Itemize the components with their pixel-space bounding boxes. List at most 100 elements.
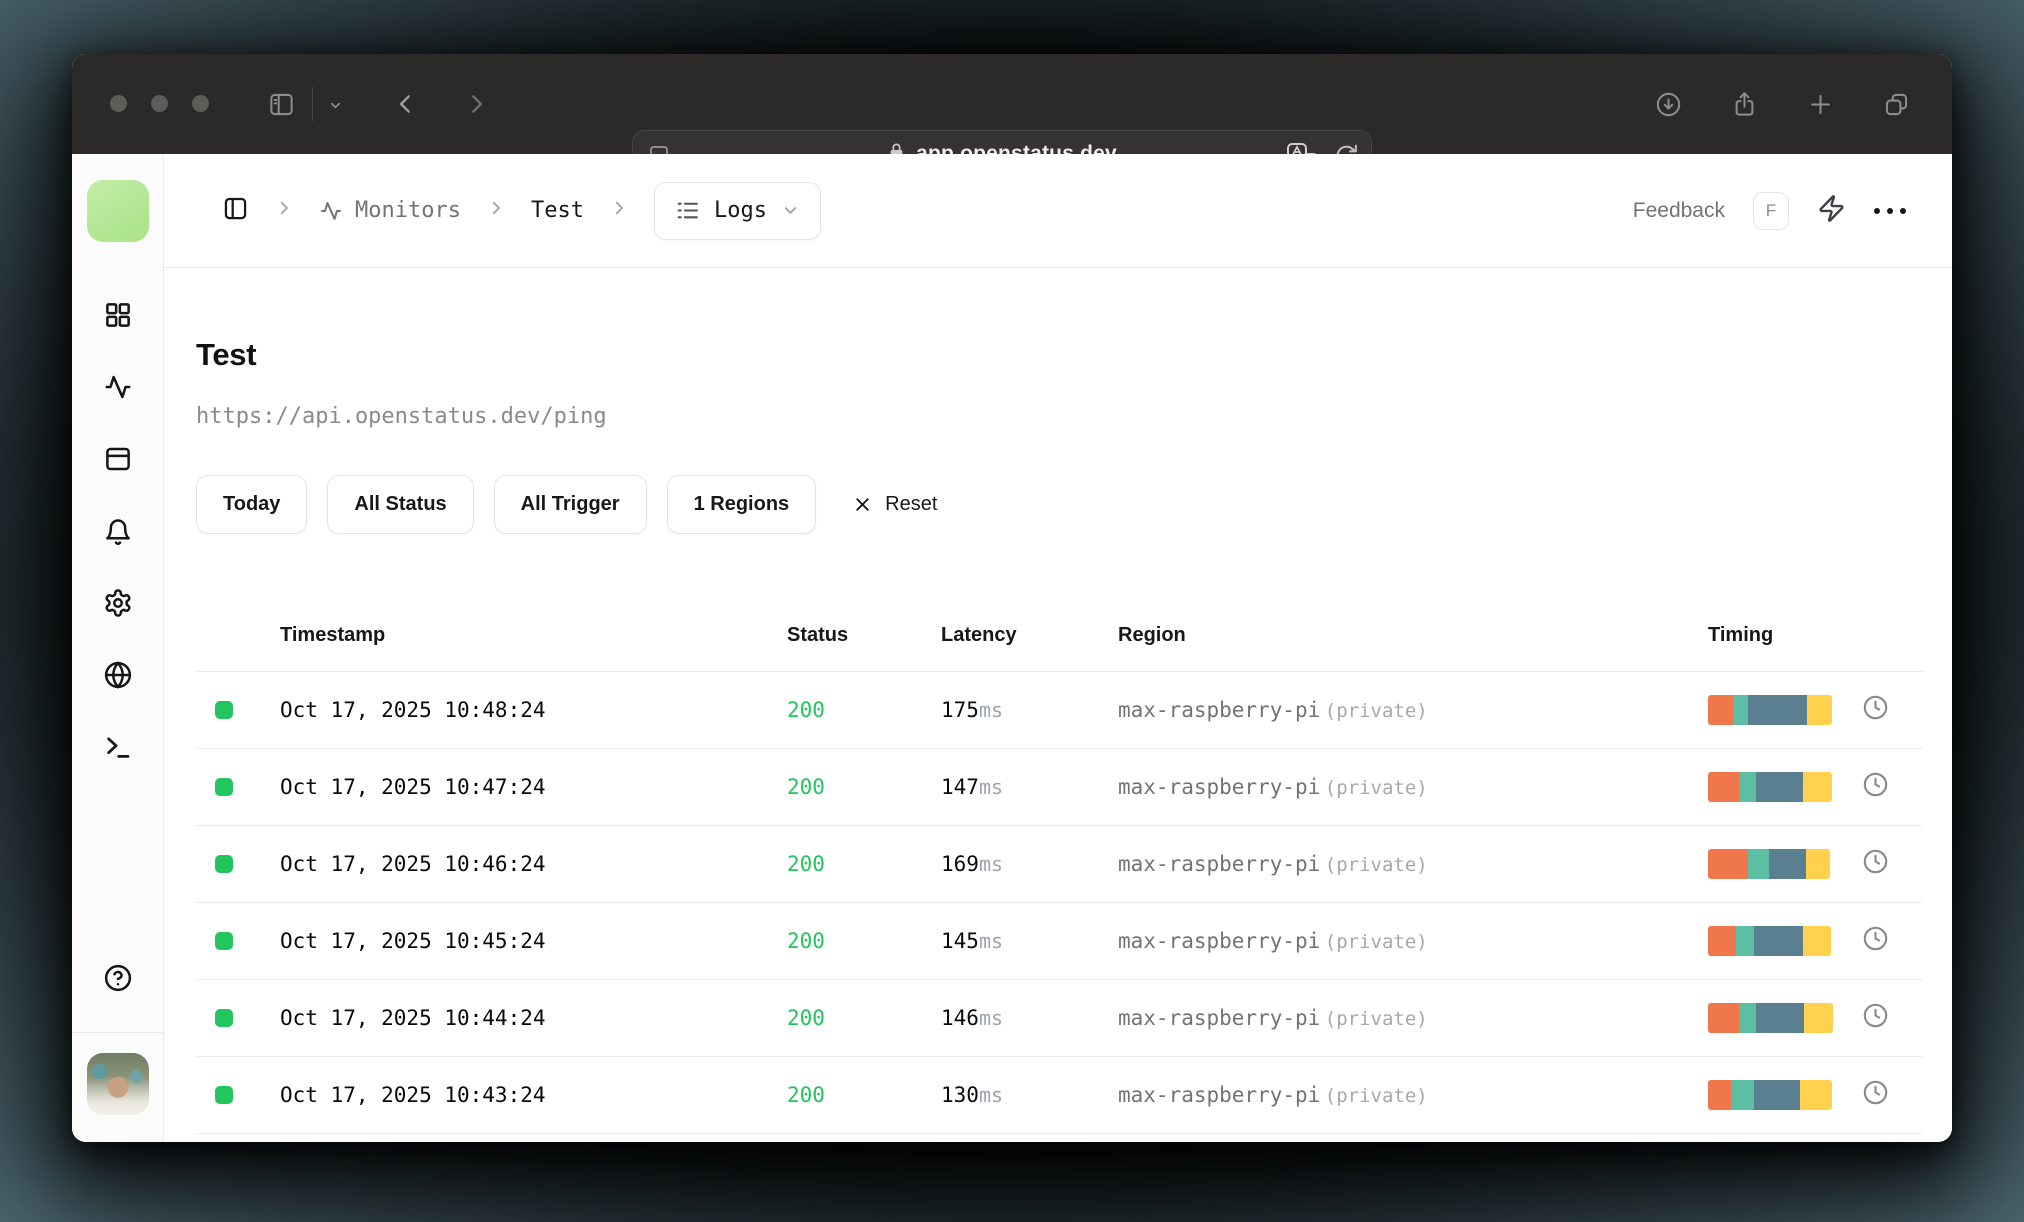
- timing-segment-1: [1739, 1003, 1756, 1033]
- endpoint-url: https://api.openstatus.dev/ping: [196, 404, 607, 429]
- timing-segment-3: [1807, 695, 1832, 725]
- filter-bar: Today All Status All Trigger 1 Regions R…: [196, 475, 937, 534]
- clock-icon: [1862, 1079, 1889, 1111]
- timing-bar: [1708, 926, 1831, 956]
- log-row[interactable]: Oct 17, 2025 10:44:24 200 146ms max-rasp…: [196, 980, 1923, 1057]
- sidebar-toggle-icon[interactable]: [268, 91, 295, 118]
- row-timestamp: Oct 17, 2025 10:47:24: [280, 775, 546, 799]
- toolbar-divider: [312, 87, 313, 121]
- chevron-down-icon: [784, 207, 797, 214]
- browser-window: app.openstatus.dev: [72, 54, 1952, 1142]
- sidebar-item-settings[interactable]: [103, 588, 133, 618]
- log-row[interactable]: Oct 17, 2025 10:47:24 200 147ms max-rasp…: [196, 749, 1923, 826]
- clock-icon: [1862, 694, 1889, 726]
- globe-icon: [104, 661, 132, 689]
- back-icon[interactable]: [393, 91, 419, 117]
- monitor-title: Test: [196, 337, 257, 372]
- close-button[interactable]: [110, 95, 127, 112]
- minimize-button[interactable]: [151, 95, 168, 112]
- column-header-timing: Timing: [1708, 624, 1774, 646]
- log-row[interactable]: Oct 17, 2025 10:46:24 200 169ms max-rasp…: [196, 826, 1923, 903]
- sidebar-item-monitors[interactable]: [103, 372, 133, 402]
- timing-bar: [1708, 772, 1832, 802]
- filter-trigger-button[interactable]: All Trigger: [493, 475, 647, 534]
- log-row[interactable]: Oct 17, 2025 10:48:24 200 175ms max-rasp…: [196, 672, 1923, 749]
- clock-icon: [1862, 1002, 1889, 1034]
- row-region-note: (private): [1324, 854, 1428, 876]
- breadcrumb-monitor-name[interactable]: Test: [531, 198, 584, 223]
- settings-gear-icon: [105, 589, 131, 617]
- row-timestamp: Oct 17, 2025 10:46:24: [280, 852, 546, 876]
- logs-table-header: Timestamp Status Latency Region Timing: [196, 610, 1923, 672]
- new-tab-icon[interactable]: [1807, 91, 1834, 123]
- status-dot: [215, 1086, 233, 1104]
- workspace-avatar[interactable]: [87, 180, 149, 242]
- row-status: 200: [787, 698, 825, 722]
- timing-segment-1: [1748, 849, 1769, 879]
- status-dot: [215, 855, 233, 873]
- row-timestamp: Oct 17, 2025 10:45:24: [280, 929, 546, 953]
- browser-toolbar: app.openstatus.dev: [72, 54, 1952, 178]
- sidebar-item-regions[interactable]: [103, 660, 133, 690]
- bell-icon: [106, 519, 130, 545]
- row-status: 200: [787, 852, 825, 876]
- row-region: max-raspberry-pi: [1118, 929, 1321, 953]
- status-dot: [215, 932, 233, 950]
- timing-segment-0: [1708, 772, 1739, 802]
- status-dot: [215, 701, 233, 719]
- reset-filters-button[interactable]: Reset: [852, 493, 937, 516]
- timing-segment-2: [1756, 1003, 1804, 1033]
- timing-segment-3: [1800, 1080, 1832, 1110]
- timing-segment-2: [1769, 849, 1806, 879]
- panel-toggle-icon[interactable]: [222, 195, 249, 227]
- share-icon[interactable]: [1731, 91, 1758, 123]
- column-header-timestamp: Timestamp: [280, 624, 386, 646]
- log-row[interactable]: Oct 17, 2025 10:43:24 200 130ms max-rasp…: [196, 1057, 1923, 1134]
- sidebar-item-help[interactable]: [103, 963, 133, 993]
- row-region-note: (private): [1324, 700, 1428, 722]
- filter-regions-button[interactable]: 1 Regions: [666, 475, 817, 534]
- feedback-button[interactable]: Feedback: [1633, 199, 1725, 223]
- filter-period-button[interactable]: Today: [196, 475, 308, 534]
- timing-segment-0: [1708, 695, 1733, 725]
- user-avatar[interactable]: [87, 1053, 149, 1115]
- terminal-icon: [107, 737, 130, 758]
- logs-table: Timestamp Status Latency Region Timing O…: [196, 610, 1923, 1134]
- row-timestamp: Oct 17, 2025 10:44:24: [280, 1006, 546, 1030]
- sidebar-item-notifications[interactable]: [103, 517, 133, 547]
- column-header-status: Status: [787, 624, 849, 646]
- zoom-button[interactable]: [192, 95, 209, 112]
- downloads-icon[interactable]: [1655, 91, 1682, 123]
- row-region: max-raspberry-pi: [1118, 1006, 1321, 1030]
- timing-segment-0: [1708, 1003, 1739, 1033]
- x-icon: [856, 498, 869, 511]
- timing-segment-3: [1806, 849, 1830, 879]
- sidebar-item-dashboard[interactable]: [103, 300, 133, 330]
- breadcrumb-separator-icon: [610, 199, 628, 222]
- row-region: max-raspberry-pi: [1118, 775, 1321, 799]
- row-region: max-raspberry-pi: [1118, 1083, 1321, 1107]
- sidebar-item-cli[interactable]: [103, 732, 133, 762]
- status-dot: [215, 778, 233, 796]
- more-menu-button[interactable]: [1874, 207, 1906, 214]
- forward-icon[interactable]: [463, 91, 489, 117]
- tab-overview-icon[interactable]: [1883, 91, 1910, 123]
- row-latency-unit: ms: [978, 1083, 1004, 1107]
- breadcrumb-separator-icon: [275, 199, 293, 222]
- filter-status-button[interactable]: All Status: [327, 475, 474, 534]
- view-label: Logs: [713, 198, 767, 223]
- timing-bar: [1708, 849, 1830, 879]
- column-header-latency: Latency: [941, 624, 1017, 646]
- timing-segment-1: [1736, 926, 1754, 956]
- chevron-down-icon[interactable]: [328, 98, 343, 113]
- view-selector-logs[interactable]: Logs: [653, 181, 821, 240]
- log-row[interactable]: Oct 17, 2025 10:45:24 200 145ms max-rasp…: [196, 903, 1923, 980]
- sidebar-item-status-pages[interactable]: [103, 444, 133, 474]
- help-icon: [104, 964, 132, 992]
- timing-segment-2: [1754, 1080, 1800, 1110]
- command-zap-icon[interactable]: [1817, 194, 1846, 228]
- breadcrumb-monitors[interactable]: Monitors: [319, 198, 461, 223]
- row-latency-value: 169: [941, 852, 979, 876]
- timing-segment-1: [1739, 772, 1756, 802]
- timing-bar: [1708, 1003, 1833, 1033]
